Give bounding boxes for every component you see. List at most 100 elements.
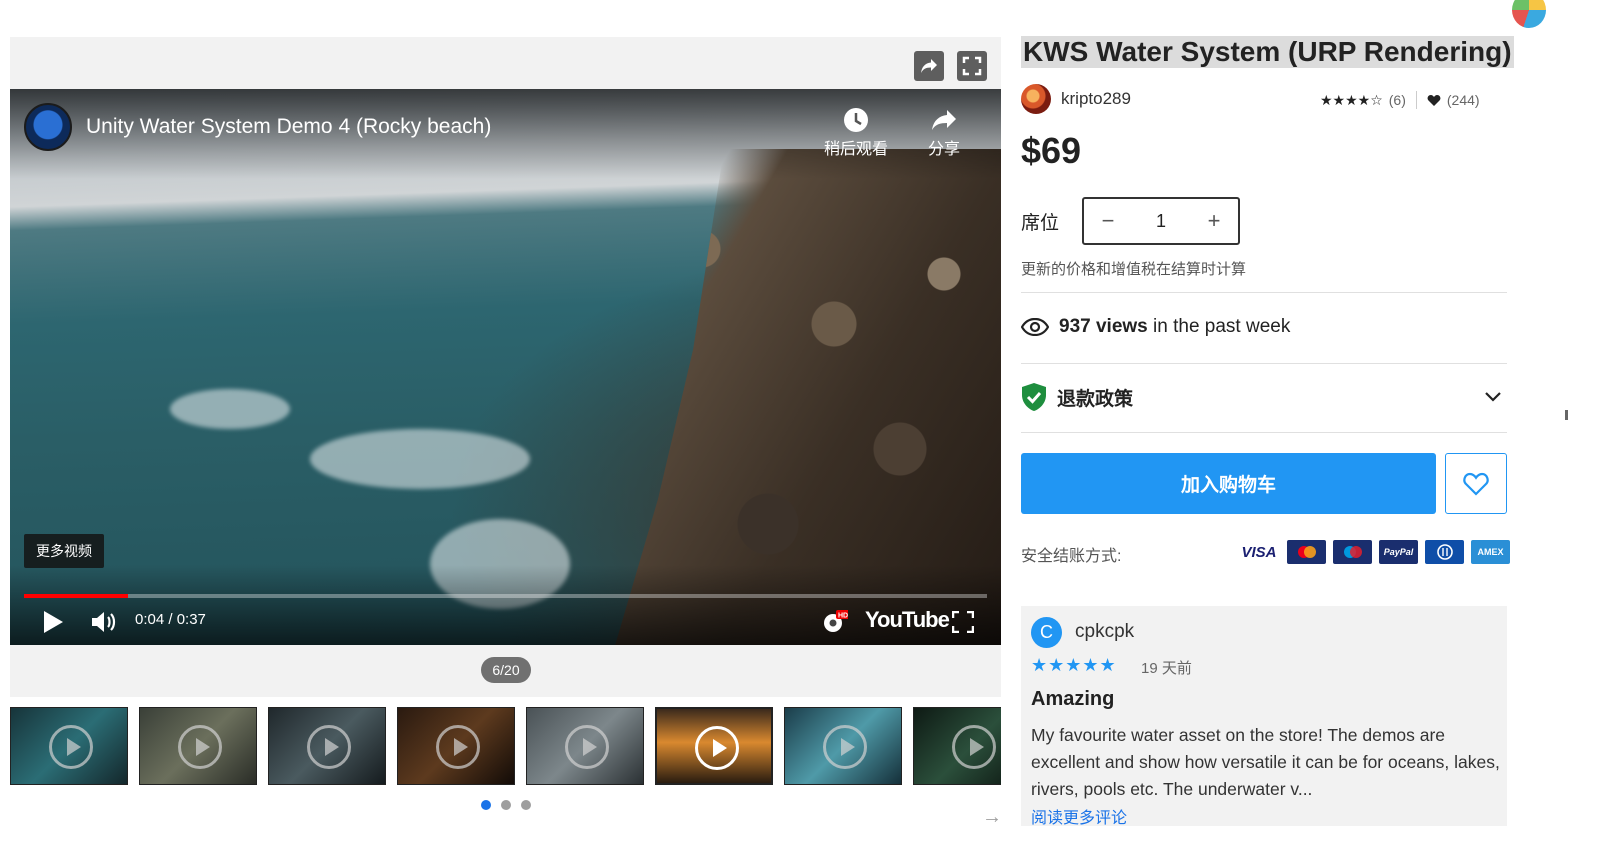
divider (1021, 432, 1507, 433)
play-circle-icon (307, 725, 351, 769)
thumbnail-strip (10, 707, 1001, 787)
youtube-logo[interactable]: YouTube (865, 607, 950, 633)
rating-count: (6) (1388, 92, 1406, 108)
views-count: 937 views (1059, 316, 1148, 337)
video-thumbnail[interactable] (784, 707, 902, 785)
next-arrow-icon[interactable]: → (982, 806, 1002, 829)
play-circle-icon (436, 725, 480, 769)
play-button[interactable] (38, 607, 68, 637)
increment-button[interactable]: + (1190, 199, 1238, 243)
carousel-dot[interactable] (521, 800, 531, 810)
play-icon (44, 611, 63, 633)
eye-icon (1021, 318, 1049, 336)
video-thumbnail[interactable] (268, 707, 386, 785)
review-stars: ★★★★★ (1031, 655, 1117, 675)
secure-checkout-label: 安全结账方式: (1021, 548, 1122, 565)
favorites-count: (244) (1446, 92, 1480, 108)
media-gallery: Unity Water System Demo 4 (Rocky beach) … (10, 37, 1001, 697)
play-circle-icon (952, 725, 996, 769)
maestro-logo (1333, 540, 1372, 564)
play-circle-icon (49, 725, 93, 769)
gear-icon: HD (824, 610, 848, 632)
video-frame-foam (310, 429, 530, 489)
video-thumbnail[interactable] (526, 707, 644, 785)
video-thumbnail[interactable] (655, 707, 773, 785)
divider (1021, 292, 1507, 293)
carousel-dots (481, 800, 531, 810)
fullscreen-button[interactable] (957, 51, 987, 81)
play-circle-icon (695, 726, 739, 770)
views-suffix: in the past week (1153, 316, 1291, 337)
video-thumbnail[interactable] (397, 707, 515, 785)
video-share-button[interactable]: 分享 (909, 105, 979, 159)
video-thumbnail[interactable] (913, 707, 1001, 785)
video-thumbnail[interactable] (10, 707, 128, 785)
quantity-stepper: − 1 + (1082, 197, 1240, 245)
fullscreen-icon (952, 611, 974, 633)
share-button[interactable] (914, 51, 944, 81)
share-label: 分享 (927, 141, 960, 158)
refund-policy-label: 退款政策 (1057, 388, 1134, 410)
visa-logo: VISA (1238, 540, 1280, 564)
time-display: 0:04 / 0:37 (135, 611, 206, 628)
profile-avatar[interactable] (1512, 0, 1546, 28)
rating-stars: ★★★★☆ (1320, 91, 1383, 108)
wishlist-button[interactable] (1445, 453, 1507, 514)
views-info: 937 views in the past week (1021, 316, 1290, 338)
divider (1021, 363, 1507, 364)
price: $69 (1021, 130, 1082, 171)
seat-label: 席位 (1021, 213, 1060, 234)
heart-icon (1427, 94, 1441, 106)
video-thumbnail[interactable] (139, 707, 257, 785)
decrement-button[interactable]: − (1084, 199, 1132, 243)
review-body: My favourite water asset on the store! T… (1031, 725, 1500, 799)
rating-divider (1415, 91, 1417, 109)
volume-icon (92, 612, 116, 632)
top-strip (0, 0, 1611, 8)
reviewer-avatar: C (1031, 617, 1062, 648)
volume-button[interactable] (88, 607, 120, 637)
watch-later-button[interactable]: 稍后观看 (821, 105, 891, 159)
hd-badge: HD (838, 613, 848, 620)
payment-methods: VISA PayPal AMEX (1238, 540, 1510, 564)
video-bottom-shade (10, 565, 1001, 645)
product-title: KWS Water System (URP Rendering) (1021, 36, 1514, 68)
review-date: 19 天前 (1141, 660, 1192, 677)
publisher-avatar[interactable] (1021, 84, 1051, 114)
play-circle-icon (823, 725, 867, 769)
slide-counter: 6/20 (481, 657, 531, 683)
rating-summary[interactable]: ★★★★☆ (6) (244) (1320, 91, 1480, 109)
heart-outline-icon (1463, 472, 1489, 496)
read-more-reviews-link[interactable]: 阅读更多评论 (1031, 804, 1127, 828)
chevron-down-icon (1485, 392, 1501, 402)
share-icon (921, 59, 937, 73)
mastercard-logo (1287, 540, 1326, 564)
progress-fill (24, 594, 128, 598)
amex-logo: AMEX (1471, 540, 1510, 564)
settings-button[interactable]: HD (818, 607, 850, 637)
play-circle-icon (565, 725, 609, 769)
play-circle-icon (178, 725, 222, 769)
expand-icon (962, 56, 982, 76)
video-player[interactable]: Unity Water System Demo 4 (Rocky beach) … (10, 89, 1001, 645)
reviewer-name: cpkcpk (1075, 621, 1135, 642)
scroll-edge-marker (1565, 410, 1568, 420)
channel-avatar[interactable] (24, 103, 72, 151)
paypal-logo: PayPal (1379, 540, 1418, 564)
add-to-cart-button[interactable]: 加入购物车 (1021, 453, 1436, 514)
carousel-dot[interactable] (481, 800, 491, 810)
review-title: Amazing (1031, 688, 1115, 710)
progress-bar[interactable] (24, 594, 987, 598)
more-videos-button[interactable]: 更多视频 (24, 534, 104, 568)
clock-icon (844, 108, 868, 132)
shield-check-icon (1022, 383, 1046, 411)
watch-later-label: 稍后观看 (823, 141, 888, 158)
diners-logo (1425, 540, 1464, 564)
video-fullscreen-button[interactable] (948, 607, 978, 637)
quantity-value[interactable]: 1 (1132, 211, 1190, 232)
refund-policy-toggle[interactable]: 退款政策 (1021, 382, 1507, 412)
video-title[interactable]: Unity Water System Demo 4 (Rocky beach) (86, 115, 491, 139)
publisher-name[interactable]: kripto289 (1061, 89, 1131, 109)
share-arrow-icon (932, 110, 956, 130)
carousel-dot[interactable] (501, 800, 511, 810)
